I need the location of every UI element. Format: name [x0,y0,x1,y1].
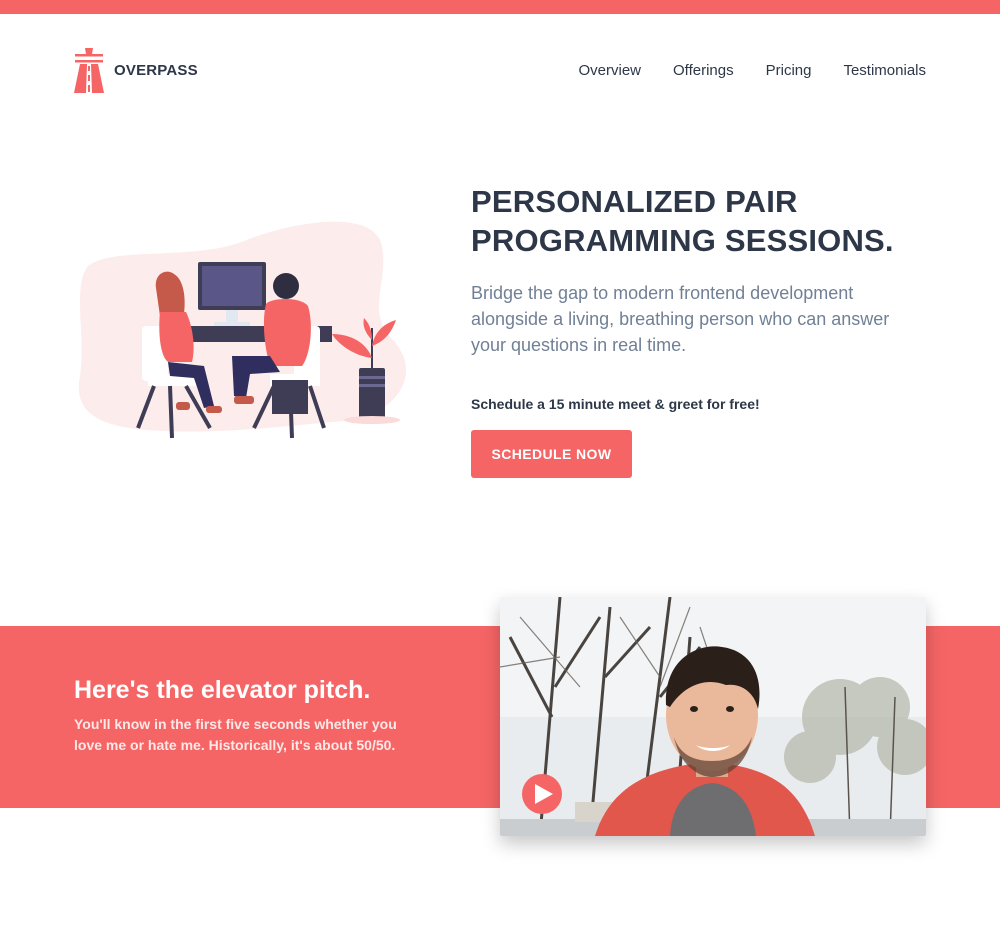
hero-section: PERSONALIZED PAIR PROGRAMMING SESSIONS. … [471,182,931,358]
top-accent-bar [0,0,1000,14]
pitch-video[interactable] [500,597,926,836]
hero-title: PERSONALIZED PAIR PROGRAMMING SESSIONS. [471,182,931,260]
nav-item-offerings[interactable]: Offerings [673,62,734,79]
hero-subtitle: Bridge the gap to modern frontend develo… [471,283,890,355]
video-play-button[interactable] [522,774,562,814]
cta-caption: Schedule a 15 minute meet & greet for fr… [471,396,760,412]
highway-overpass-icon [74,48,104,93]
site-header: OVERPASS Overview Offerings Pricing Test… [74,46,926,94]
pitch-text: You'll know in the first five seconds wh… [74,716,397,753]
pair-programming-illustration [78,221,406,439]
schedule-now-button[interactable]: SCHEDULE NOW [471,430,632,478]
smiling-man-outdoors-video-thumbnail [500,597,926,836]
hero-title-line-2: PROGRAMMING SESSIONS. [471,223,894,258]
hero-title-line-1: PERSONALIZED PAIR [471,184,798,219]
brand-name: OVERPASS [114,61,198,79]
nav-item-pricing[interactable]: Pricing [766,62,812,79]
nav-item-testimonials[interactable]: Testimonials [843,62,926,79]
brand-home-link[interactable]: OVERPASS [74,46,198,94]
play-icon [534,784,553,804]
main-nav: Overview Offerings Pricing Testimonials [579,62,927,79]
nav-item-overview[interactable]: Overview [579,62,642,79]
pitch-heading: Here's the elevator pitch. [74,676,371,704]
